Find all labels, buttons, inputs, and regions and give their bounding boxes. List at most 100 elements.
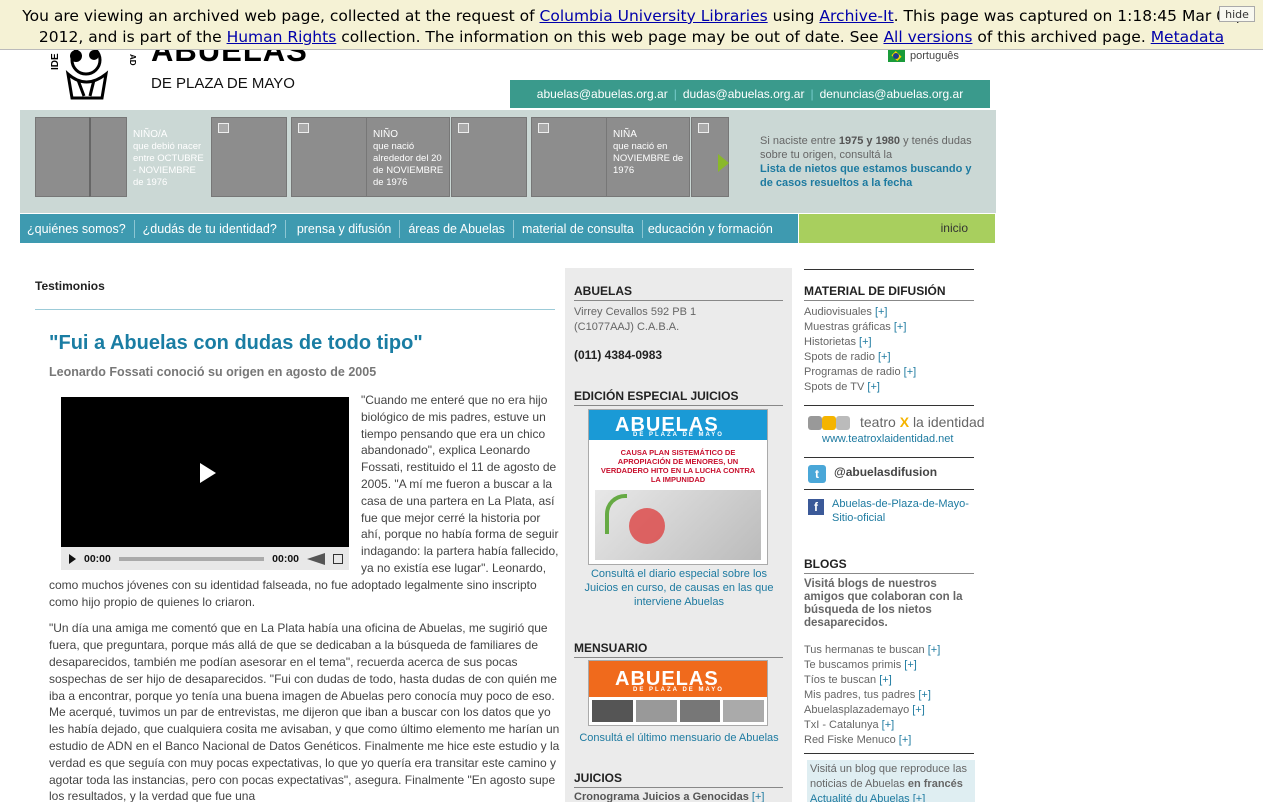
nav-item-inicio[interactable]: inicio	[799, 214, 995, 243]
twitter-link[interactable]: t @abuelasdifusion	[808, 465, 937, 483]
nav-item-quienes-somos[interactable]: ¿quiénes somos?	[20, 219, 135, 238]
nav-item-areas[interactable]: áreas de Abuelas	[400, 219, 514, 238]
email-link[interactable]: dudas@abuelas.org.ar	[683, 87, 805, 101]
expand-plus[interactable]: [+]	[867, 381, 880, 393]
logo-side-letters-right: AD	[128, 54, 136, 66]
address-line: Virrey Cevallos 592 PB 1	[574, 306, 697, 318]
monthly-cover[interactable]: ABUELAS DE PLAZA DE MAYO	[588, 660, 768, 726]
expand-plus[interactable]: [+]	[878, 351, 891, 363]
tile-caption-text: que debió nacer entre OCTUBRE - NOVIEMBR…	[133, 141, 204, 188]
info-column: ABUELAS Virrey Cevallos 592 PB 1 (C1077A…	[565, 268, 792, 802]
divider	[804, 457, 974, 458]
address-line: (C1077AAJ) C.A.B.A.	[574, 321, 680, 333]
juicios-item[interactable]: Cronograma Juicios a Genocidas [+]	[574, 791, 764, 802]
expand-plus[interactable]: [+]	[899, 734, 912, 746]
teatro-url[interactable]: www.teatroxlaidentidad.net	[822, 433, 953, 445]
facebook-link[interactable]: f Abuelas-de-Plaza-de-Mayo-Sitio-oficial	[808, 497, 974, 525]
main-nav: ¿quiénes somos? ¿dudás de tu identidad? …	[20, 214, 798, 243]
juicios-link[interactable]: Cronograma Juicios a Genocidas	[574, 791, 749, 802]
image-placeholder-icon	[458, 123, 469, 133]
expand-plus[interactable]: [+]	[879, 674, 892, 686]
image-placeholder-icon	[218, 123, 229, 133]
expand-plus[interactable]: [+]	[859, 336, 872, 348]
monthly-link[interactable]: Consultá el último mensuario de Abuelas	[574, 731, 784, 745]
nav-item-dudas[interactable]: ¿dudás de tu identidad?	[135, 219, 286, 238]
carousel-tile[interactable]	[291, 117, 367, 197]
archive-it-link[interactable]: Archive-It	[819, 7, 893, 25]
paper-sub: DE PLAZA DE MAYO	[633, 432, 724, 438]
divider	[804, 753, 974, 754]
teatro-title: teatro X la identidad	[860, 414, 985, 430]
french-blog-box: Visitá un blog que reproduce las noticia…	[807, 760, 975, 802]
carousel-next-arrow-icon[interactable]	[718, 154, 729, 172]
logo-side-letters: IDE	[50, 53, 61, 70]
facebook-icon: f	[808, 499, 824, 515]
divider	[804, 489, 974, 490]
tile-caption-text: que nació alrededor del 20 de NOVIEMBRE …	[373, 141, 444, 188]
email-bar: abuelas@abuelas.org.ar | dudas@abuelas.o…	[510, 80, 990, 108]
special-edition-link[interactable]: Consultá el diario especial sobre los Ju…	[574, 567, 784, 609]
nav-item-prensa[interactable]: prensa y difusión	[286, 219, 401, 238]
banner-text-2: using	[767, 7, 820, 25]
expand-plus[interactable]: [+]	[882, 719, 895, 731]
metadata-link[interactable]: Metadata	[1151, 28, 1224, 46]
expand-plus[interactable]: [+]	[904, 366, 917, 378]
expand-plus[interactable]: [+]	[913, 793, 926, 802]
nav-item-educacion[interactable]: educación y formación	[643, 220, 781, 238]
carousel-tile-caption[interactable]: NIÑO que nació alrededor del 20 de NOVIE…	[373, 129, 449, 189]
twitter-handle[interactable]: @abuelasdifusion	[834, 465, 937, 479]
all-versions-link[interactable]: All versions	[883, 28, 972, 46]
carousel-tile[interactable]	[531, 117, 607, 197]
hide-button[interactable]: hide	[1219, 6, 1255, 22]
banner-text-1: You are viewing an archived web page, co…	[22, 7, 540, 25]
expand-plus[interactable]: [+]	[894, 321, 907, 333]
puzzle-icon	[836, 416, 850, 430]
video-spacer	[49, 392, 361, 568]
teatro-banner[interactable]: teatro X la identidad www.teatroxlaident…	[804, 414, 985, 454]
expand-plus[interactable]: [+]	[912, 704, 925, 716]
banner-text-5: of this archived page.	[972, 28, 1151, 46]
paper-photo	[595, 490, 761, 560]
carousel-tile[interactable]	[35, 117, 89, 197]
email-link[interactable]: denuncias@abuelas.org.ar	[820, 87, 964, 101]
expand-plus[interactable]: [+]	[904, 659, 917, 671]
expand-plus[interactable]: [+]	[752, 791, 765, 802]
logo-subtitle: DE PLAZA DE MAYO	[151, 75, 295, 92]
paper-sub: DE PLAZA DE MAYO	[633, 687, 724, 693]
blog-item: Abuelasplazademayo [+]	[804, 704, 925, 716]
expand-plus[interactable]: [+]	[928, 644, 941, 656]
blogs-intro: Visitá blogs de nuestros amigos que cola…	[804, 578, 963, 629]
children-carousel: NIÑO/A que debió nacer entre OCTUBRE - N…	[20, 110, 996, 213]
material-item: Audiovisuales [+]	[804, 306, 888, 318]
tile-caption-title: NIÑO	[373, 129, 398, 140]
carousel-tile[interactable]	[211, 117, 287, 197]
blog-list: Tus hermanas te buscan [+] Te buscamos p…	[804, 643, 940, 748]
nav-item-material[interactable]: material de consulta	[514, 219, 643, 238]
blog-item: Tíos te buscan [+]	[804, 674, 892, 686]
tile-caption-text: que nació en NOVIEMBRE de 1976	[613, 141, 684, 176]
carousel-tile-caption[interactable]: NIÑO/A que debió nacer entre OCTUBRE - N…	[133, 129, 209, 189]
carousel-tile[interactable]	[89, 117, 127, 197]
language-selector[interactable]: português	[888, 50, 959, 62]
breadcrumb: Testimonios	[35, 279, 105, 293]
human-rights-link[interactable]: Human Rights	[227, 28, 337, 46]
paper-masthead: ABUELAS DE PLAZA DE MAYO	[589, 661, 767, 697]
info-text-1: Si naciste entre	[760, 135, 839, 147]
carousel-tile[interactable]	[451, 117, 527, 197]
columbia-link[interactable]: Columbia University Libraries	[540, 7, 768, 25]
separator: |	[810, 87, 814, 101]
carousel-tile-caption[interactable]: NIÑA que nació en NOVIEMBRE de 1976	[613, 129, 689, 177]
expand-plus[interactable]: [+]	[875, 306, 888, 318]
email-link[interactable]: abuelas@abuelas.org.ar	[537, 87, 668, 101]
special-edition-title: EDICIÓN ESPECIAL JUICIOS	[574, 389, 783, 406]
carousel-info: Si naciste entre 1975 y 1980 y tenés dud…	[760, 134, 982, 190]
grandchildren-list-link[interactable]: Lista de nietos que estamos buscando y d…	[760, 162, 982, 190]
image-placeholder-icon	[298, 123, 309, 133]
phone-number: (011) 4384-0983	[574, 348, 663, 362]
special-edition-cover[interactable]: ABUELAS DE PLAZA DE MAYO CAUSA PLAN SIST…	[588, 409, 768, 565]
expand-plus[interactable]: [+]	[918, 689, 931, 701]
facebook-page[interactable]: Abuelas-de-Plaza-de-Mayo-Sitio-oficial	[832, 497, 972, 525]
material-list: Audiovisuales [+] Muestras gráficas [+] …	[804, 305, 916, 395]
tile-caption-title: NIÑO/A	[133, 129, 168, 140]
french-blog-link[interactable]: Actualité du Abuelas	[810, 793, 910, 802]
